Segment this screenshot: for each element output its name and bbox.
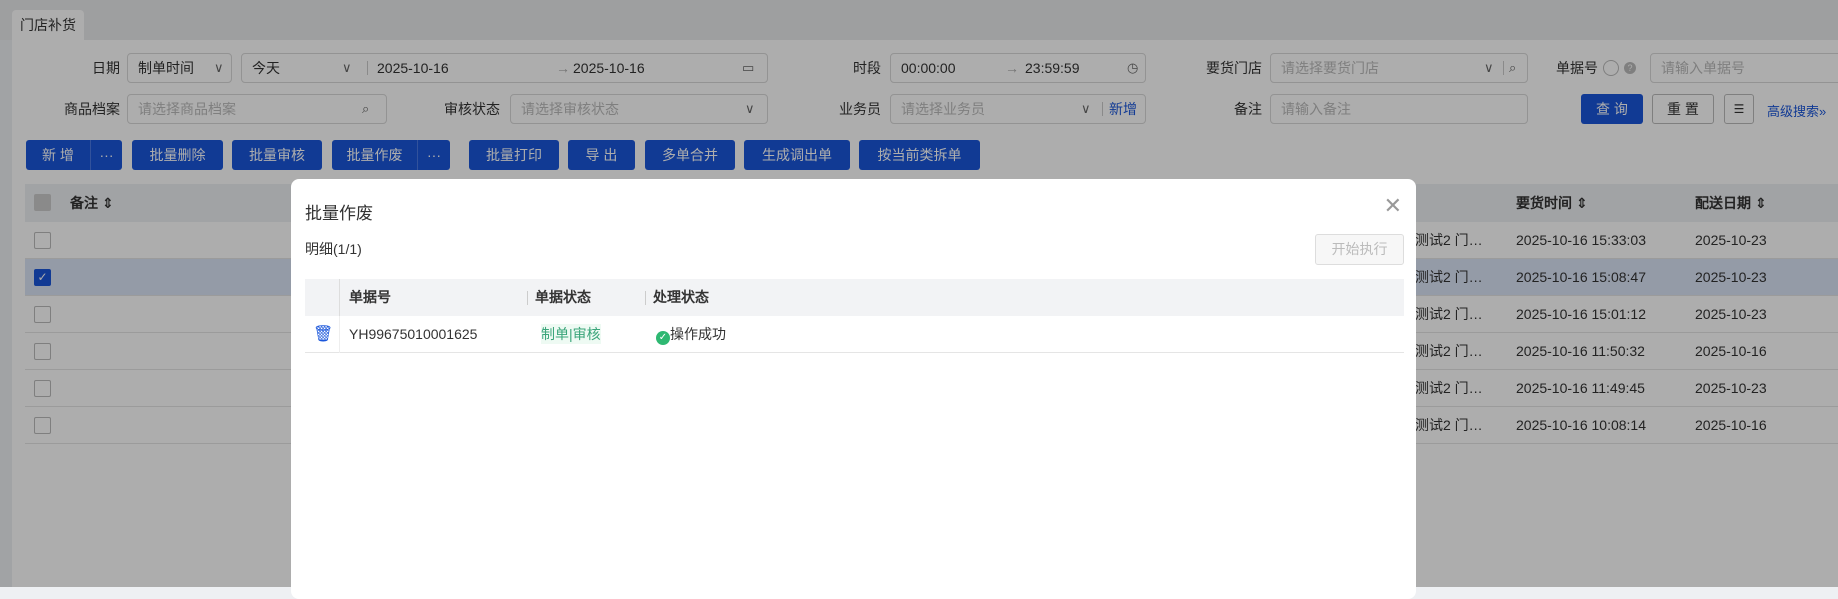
success-check-icon: ✓ <box>656 331 670 345</box>
header-docno: 单据号 <box>349 289 391 305</box>
delete-icon[interactable]: 🗑 <box>313 316 333 353</box>
header-doc-status: 单据状态 <box>535 289 591 305</box>
status-audit: 审核 <box>572 326 601 342</box>
status-draft: 制单 <box>541 326 569 342</box>
modal-title: 批量作废 <box>305 204 373 223</box>
process-status-cell: ✓ 操作成功 <box>656 316 726 353</box>
docno-cell: YH99675010001625 <box>349 326 478 342</box>
detail-count: 明细(1/1) <box>305 241 362 257</box>
process-result: 操作成功 <box>670 326 726 342</box>
header-process-status: 处理状态 <box>653 289 709 305</box>
modal-table-header: 单据号 单据状态 处理状态 <box>305 279 1404 316</box>
doc-status-cell: 制单|审核 <box>541 324 601 344</box>
close-icon[interactable]: ✕ <box>1384 193 1402 219</box>
start-execute-button[interactable]: 开始执行 <box>1315 234 1404 265</box>
modal-table-row: 🗑 YH99675010001625 制单|审核 ✓ 操作成功 <box>305 316 1404 353</box>
batch-void-modal: 批量作废 ✕ 明细(1/1) 开始执行 单据号 单据状态 处理状态 🗑 YH99… <box>291 179 1416 599</box>
